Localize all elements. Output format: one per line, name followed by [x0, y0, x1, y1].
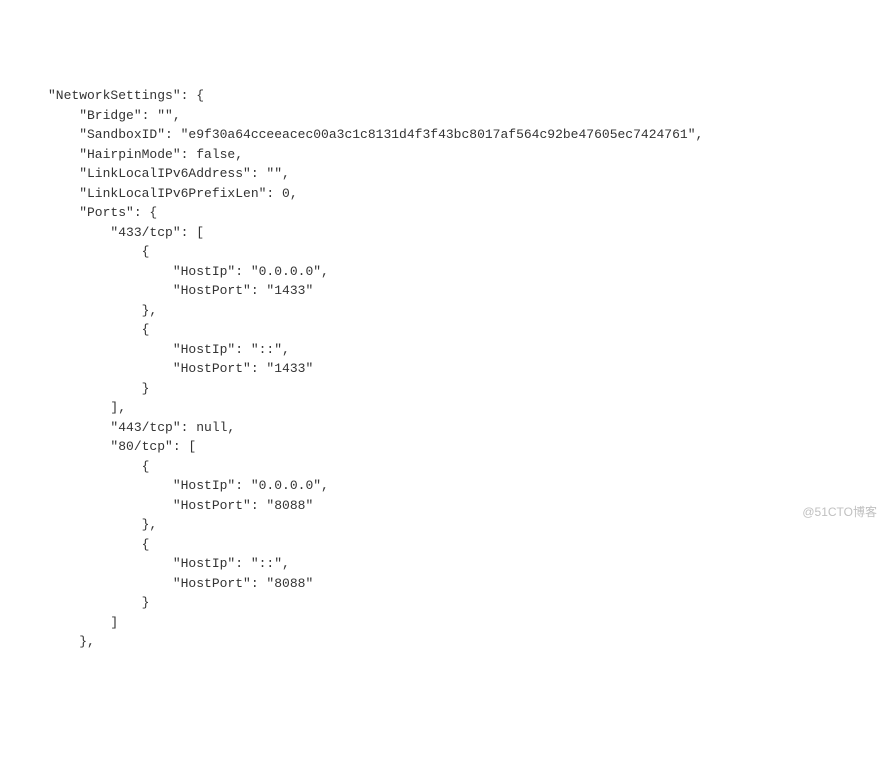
code-block: "NetworkSettings": { "Bridge": "", "Sand…: [48, 86, 889, 652]
watermark-label: @51CTO博客: [802, 503, 877, 521]
